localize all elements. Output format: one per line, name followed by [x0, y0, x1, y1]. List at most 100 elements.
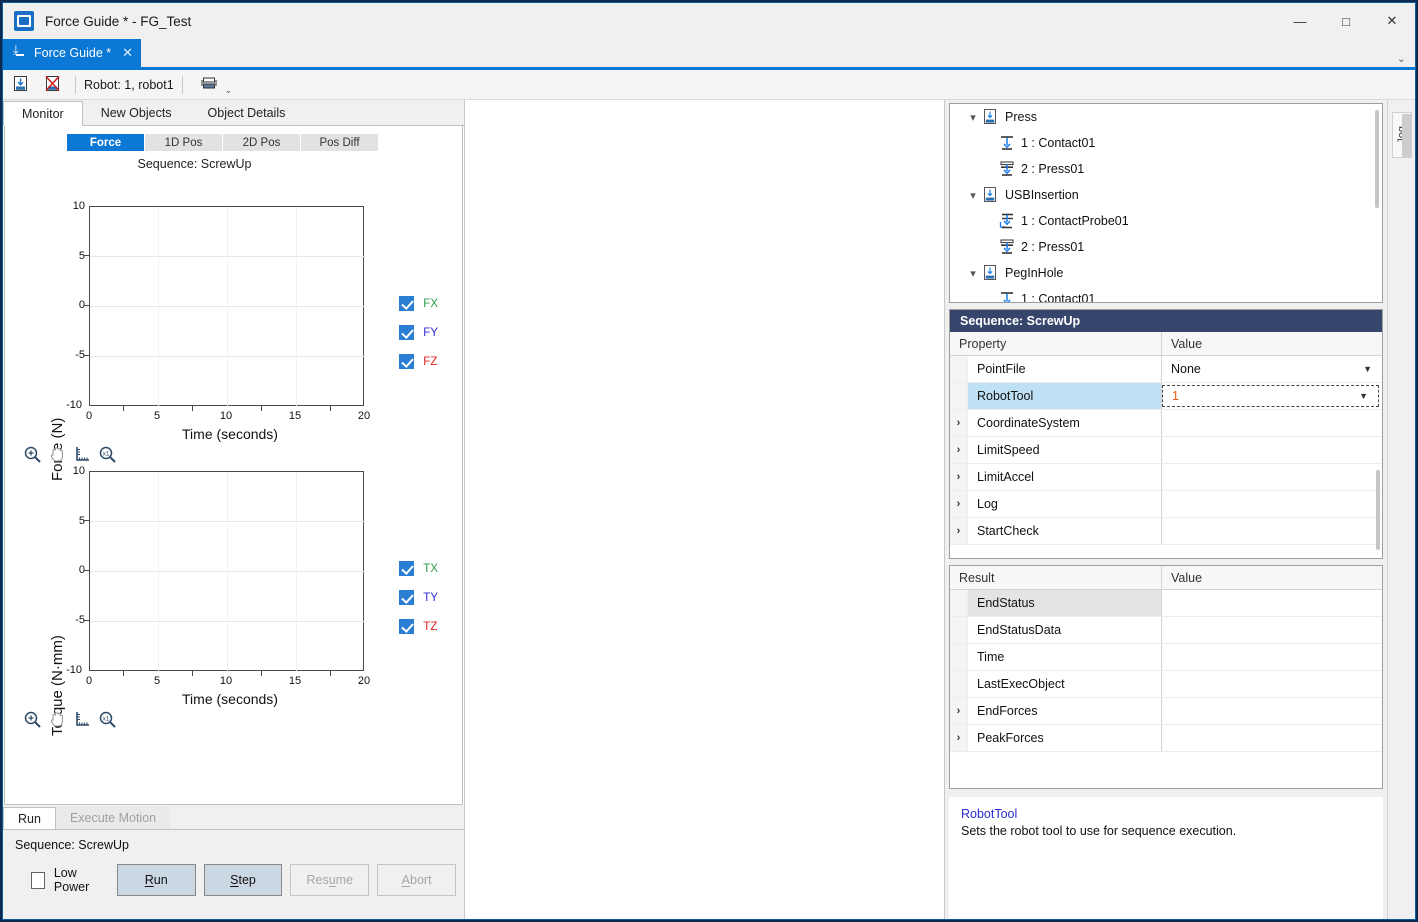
ruler-icon[interactable] — [72, 709, 92, 729]
force-guide-icon — [13, 47, 27, 60]
tab-force-guide[interactable]: Force Guide * ✕ — [3, 39, 141, 67]
property-value[interactable] — [1162, 437, 1382, 463]
property-value-text: 1 — [1172, 389, 1179, 403]
row-expander[interactable]: › — [950, 491, 968, 517]
legend-item-fy[interactable]: FY — [399, 325, 438, 340]
legend-item-fx[interactable]: FX — [399, 296, 438, 311]
ty-checkbox[interactable] — [399, 590, 414, 605]
tx-checkbox[interactable] — [399, 561, 414, 576]
row-expander — [950, 383, 968, 409]
chevron-down-icon[interactable]: ⌄ — [1397, 52, 1406, 65]
low-power-label: Low Power — [54, 866, 103, 894]
force-xtick-0: 0 — [79, 410, 99, 422]
chevron-down-icon[interactable]: ▾ — [964, 267, 982, 280]
row-expander[interactable]: › — [950, 410, 968, 436]
result-row-endforces[interactable]: › EndForces — [950, 698, 1382, 725]
property-row-pointfile[interactable]: PointFile None ▼ — [950, 356, 1382, 383]
tree-item-contact01-2[interactable]: 1 : Contact01 — [950, 286, 1382, 303]
property-row-limitaccel[interactable]: › LimitAccel — [950, 464, 1382, 491]
row-expander[interactable]: › — [950, 464, 968, 490]
tree-item-press01-2[interactable]: 2 : Press01 — [950, 234, 1382, 260]
property-name: CoordinateSystem — [968, 410, 1162, 436]
legend-item-tx[interactable]: TX — [399, 561, 438, 576]
property-row-robottool[interactable]: RobotTool 1 ▼ — [950, 383, 1382, 410]
seg-force[interactable]: Force — [67, 134, 145, 151]
tree-item-press01[interactable]: 2 : Press01 — [950, 156, 1382, 182]
fz-checkbox[interactable] — [399, 354, 414, 369]
fx-checkbox[interactable] — [399, 296, 414, 311]
seg-2d-pos[interactable]: 2D Pos — [223, 134, 301, 151]
tree-item-contact01[interactable]: 1 : Contact01 — [950, 130, 1382, 156]
seg-1d-pos[interactable]: 1D Pos — [145, 134, 223, 151]
close-button[interactable]: ✕ — [1369, 3, 1415, 39]
sequence-tree[interactable]: ▾ Press 1 : Contact01 2 : P — [949, 103, 1383, 303]
tab-new-objects[interactable]: New Objects — [83, 100, 190, 125]
property-row-startcheck[interactable]: › StartCheck — [950, 518, 1382, 545]
zoom-in-icon[interactable] — [22, 709, 42, 729]
torque-xtick-20: 20 — [354, 675, 374, 687]
tab-monitor[interactable]: Monitor — [3, 101, 83, 126]
property-row-coordinatesystem[interactable]: › CoordinateSystem — [950, 410, 1382, 437]
tree-item-press[interactable]: ▾ Press — [950, 104, 1382, 130]
low-power-control[interactable]: Low Power — [31, 866, 103, 894]
property-value-pointfile[interactable]: None ▼ — [1162, 356, 1382, 382]
force-chart-title: Sequence: ScrewUp — [5, 157, 384, 171]
tab-object-details[interactable]: Object Details — [190, 100, 304, 125]
row-expander[interactable]: › — [950, 698, 968, 724]
legend-item-tz[interactable]: TZ — [399, 619, 438, 634]
tz-checkbox[interactable] — [399, 619, 414, 634]
property-value[interactable] — [1162, 410, 1382, 436]
force-xtick-15: 15 — [285, 410, 305, 422]
layout-button[interactable] — [195, 72, 223, 98]
save-file-icon — [12, 75, 30, 94]
chevron-down-icon[interactable]: ▾ — [964, 189, 982, 202]
row-expander[interactable]: › — [950, 437, 968, 463]
property-value[interactable] — [1162, 491, 1382, 517]
row-expander[interactable]: › — [950, 518, 968, 544]
jog-scrollbar[interactable] — [1402, 114, 1411, 158]
chevron-down-icon[interactable]: ▾ — [964, 111, 982, 124]
force-ytick-10: 10 — [59, 200, 85, 212]
toolbar-overflow-icon[interactable]: ⌄ — [225, 85, 233, 96]
run-button[interactable]: Run — [117, 864, 196, 896]
property-scrollbar[interactable] — [1376, 470, 1380, 550]
tree-item-peginhole[interactable]: ▾ PegInHole — [950, 260, 1382, 286]
property-value[interactable] — [1162, 464, 1382, 490]
chevron-down-icon[interactable]: ▼ — [1359, 391, 1368, 401]
result-row-time[interactable]: Time — [950, 644, 1382, 671]
minimize-button[interactable]: — — [1277, 3, 1323, 39]
tree-item-usbinsertion[interactable]: ▾ USBInsertion — [950, 182, 1382, 208]
row-expander[interactable]: › — [950, 725, 968, 751]
sequence-flow-canvas[interactable]: Sequence ScrewUp 1 PressMov — [465, 100, 945, 919]
tz-label: TZ — [423, 621, 437, 633]
result-row-endstatus[interactable]: EndStatus — [950, 590, 1382, 617]
contact-icon — [998, 135, 1016, 151]
fz-label: FZ — [423, 356, 437, 368]
contact-icon — [998, 291, 1016, 303]
result-value — [1162, 725, 1382, 751]
result-name: EndStatusData — [968, 617, 1162, 643]
save-file-button[interactable] — [7, 72, 35, 98]
tree-item-contactprobe01[interactable]: 1 : ContactProbe01 — [950, 208, 1382, 234]
step-button[interactable]: Step — [204, 864, 283, 896]
zoom-reset-icon[interactable]: x1 — [97, 709, 117, 729]
legend-item-ty[interactable]: TY — [399, 590, 438, 605]
close-icon[interactable]: ✕ — [122, 45, 133, 61]
tab-run[interactable]: Run — [3, 807, 56, 830]
seg-pos-diff[interactable]: Pos Diff — [301, 134, 379, 151]
legend-item-fz[interactable]: FZ — [399, 354, 438, 369]
result-row-lastexecobject[interactable]: LastExecObject — [950, 671, 1382, 698]
result-row-peakforces[interactable]: › PeakForces — [950, 725, 1382, 752]
pan-hand-icon[interactable] — [47, 709, 67, 729]
delete-file-button[interactable] — [39, 72, 67, 98]
tree-scrollbar[interactable] — [1375, 110, 1379, 208]
property-row-log[interactable]: › Log — [950, 491, 1382, 518]
property-value[interactable] — [1162, 518, 1382, 544]
maximize-button[interactable]: □ — [1323, 3, 1369, 39]
chevron-down-icon[interactable]: ▼ — [1363, 364, 1372, 374]
property-value-robottool-input[interactable]: 1 ▼ — [1162, 385, 1379, 407]
result-row-endstatusdata[interactable]: EndStatusData — [950, 617, 1382, 644]
property-row-limitspeed[interactable]: › LimitSpeed — [950, 437, 1382, 464]
fy-checkbox[interactable] — [399, 325, 414, 340]
low-power-checkbox[interactable] — [31, 872, 45, 889]
